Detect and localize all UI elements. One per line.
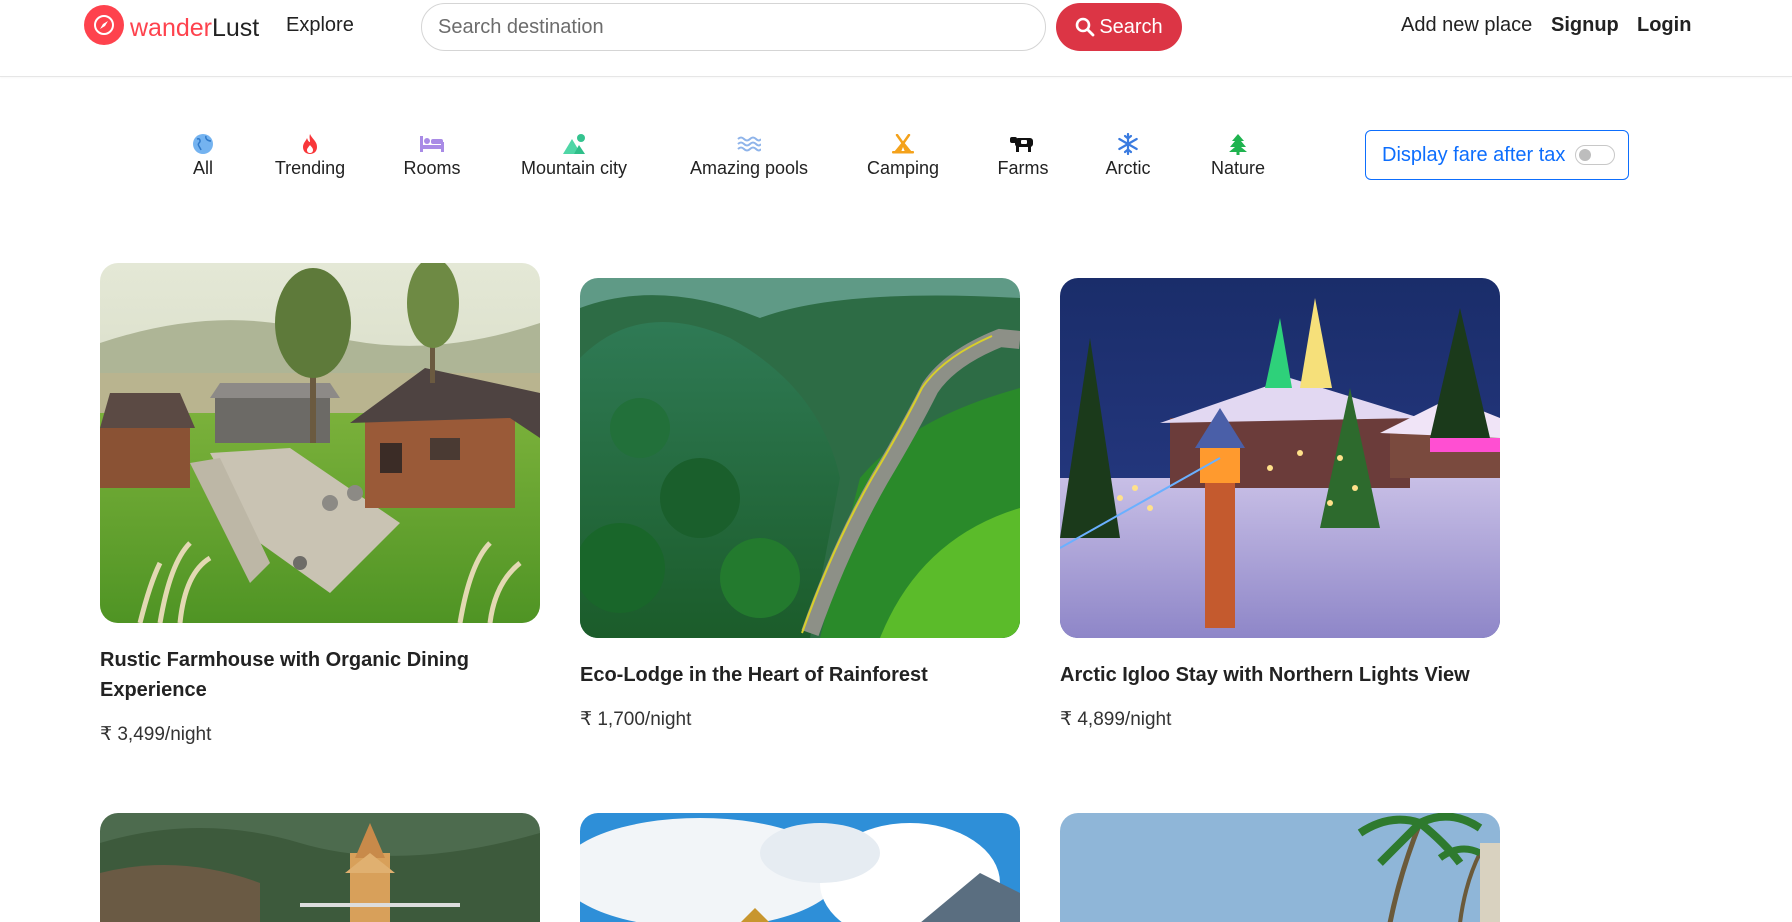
navbar: wanderLust Explore Search Add new place … (0, 0, 1792, 77)
listing-image-farmhouse (100, 263, 540, 623)
filter-mountain-city[interactable]: Mountain city (518, 132, 630, 182)
tax-toggle-label: Display fare after tax (1382, 143, 1566, 166)
water-icon (737, 132, 761, 156)
listing-card[interactable]: Arctic Igloo Stay with Northern Lights V… (1060, 278, 1500, 731)
tax-switch[interactable] (1575, 145, 1616, 165)
listing-image-rainforest (580, 278, 1020, 638)
filter-rooms[interactable]: Rooms (402, 132, 462, 182)
brand-logo-link[interactable]: wanderLust (84, 4, 259, 46)
listing-card[interactable]: Eco-Lodge in the Heart of Rainforest ₹ 1… (580, 278, 1020, 731)
filter-arctic[interactable]: Arctic (1104, 132, 1152, 182)
signup-link[interactable]: Signup (1551, 14, 1619, 37)
tax-switch-knob (1579, 149, 1592, 161)
campground-icon (891, 132, 915, 156)
snowflake-icon (1117, 132, 1139, 156)
listing-title: Eco-Lodge in the Heart of Rainforest (580, 664, 928, 686)
filter-label: Trending (274, 158, 346, 178)
filter-all[interactable]: All (188, 132, 218, 182)
listing-image-mountain-lake[interactable] (580, 813, 1020, 922)
brand-name: wanderLust (130, 13, 260, 42)
listing-image-beach[interactable] (1060, 813, 1500, 922)
listing-card[interactable]: Rustic Farmhouse with Organic Dining Exp… (100, 263, 540, 746)
listing-title: Rustic Farmhouse with Organic Dining Exp… (100, 649, 469, 701)
filter-label: Mountain city (520, 158, 628, 178)
fire-icon (301, 132, 319, 156)
listing-title: Arctic Igloo Stay with Northern Lights V… (1060, 664, 1470, 686)
filter-trending[interactable]: Trending (275, 132, 345, 182)
cow-icon (1009, 132, 1037, 156)
search-icon (1076, 17, 1095, 37)
login-link[interactable]: Login (1637, 14, 1691, 37)
globe-icon (192, 132, 214, 156)
listing-price: ₹ 1,700/night (580, 709, 692, 730)
display-fare-after-tax-toggle[interactable]: Display fare after tax (1365, 130, 1629, 180)
listing-image-temple[interactable] (100, 813, 540, 922)
filter-label: Nature (1210, 158, 1266, 178)
listing-price: ₹ 4,899/night (1060, 709, 1172, 730)
compass-icon (84, 5, 124, 45)
filter-amazing-pools[interactable]: Amazing pools (688, 132, 810, 182)
search-button[interactable]: Search (1056, 3, 1182, 51)
filter-nature[interactable]: Nature (1210, 132, 1266, 182)
listing-image-arctic (1060, 278, 1500, 638)
bed-icon (419, 132, 445, 156)
mountain-sun-icon (561, 132, 587, 156)
filter-label: Farms (997, 158, 1049, 178)
search-input[interactable] (421, 3, 1046, 51)
filter-label: Arctic (1105, 158, 1151, 178)
listing-price: ₹ 3,499/night (100, 724, 212, 745)
add-new-place-link[interactable]: Add new place (1401, 14, 1532, 37)
filter-label: Rooms (403, 158, 461, 178)
filter-camping[interactable]: Camping (866, 132, 940, 182)
filter-label: Amazing pools (689, 158, 809, 178)
tree-icon (1228, 132, 1248, 156)
filter-label: Camping (866, 158, 940, 178)
nav-explore-link[interactable]: Explore (286, 14, 354, 37)
search-button-label: Search (1099, 15, 1163, 38)
filter-label: All (192, 158, 213, 178)
filter-farms[interactable]: Farms (997, 132, 1049, 182)
